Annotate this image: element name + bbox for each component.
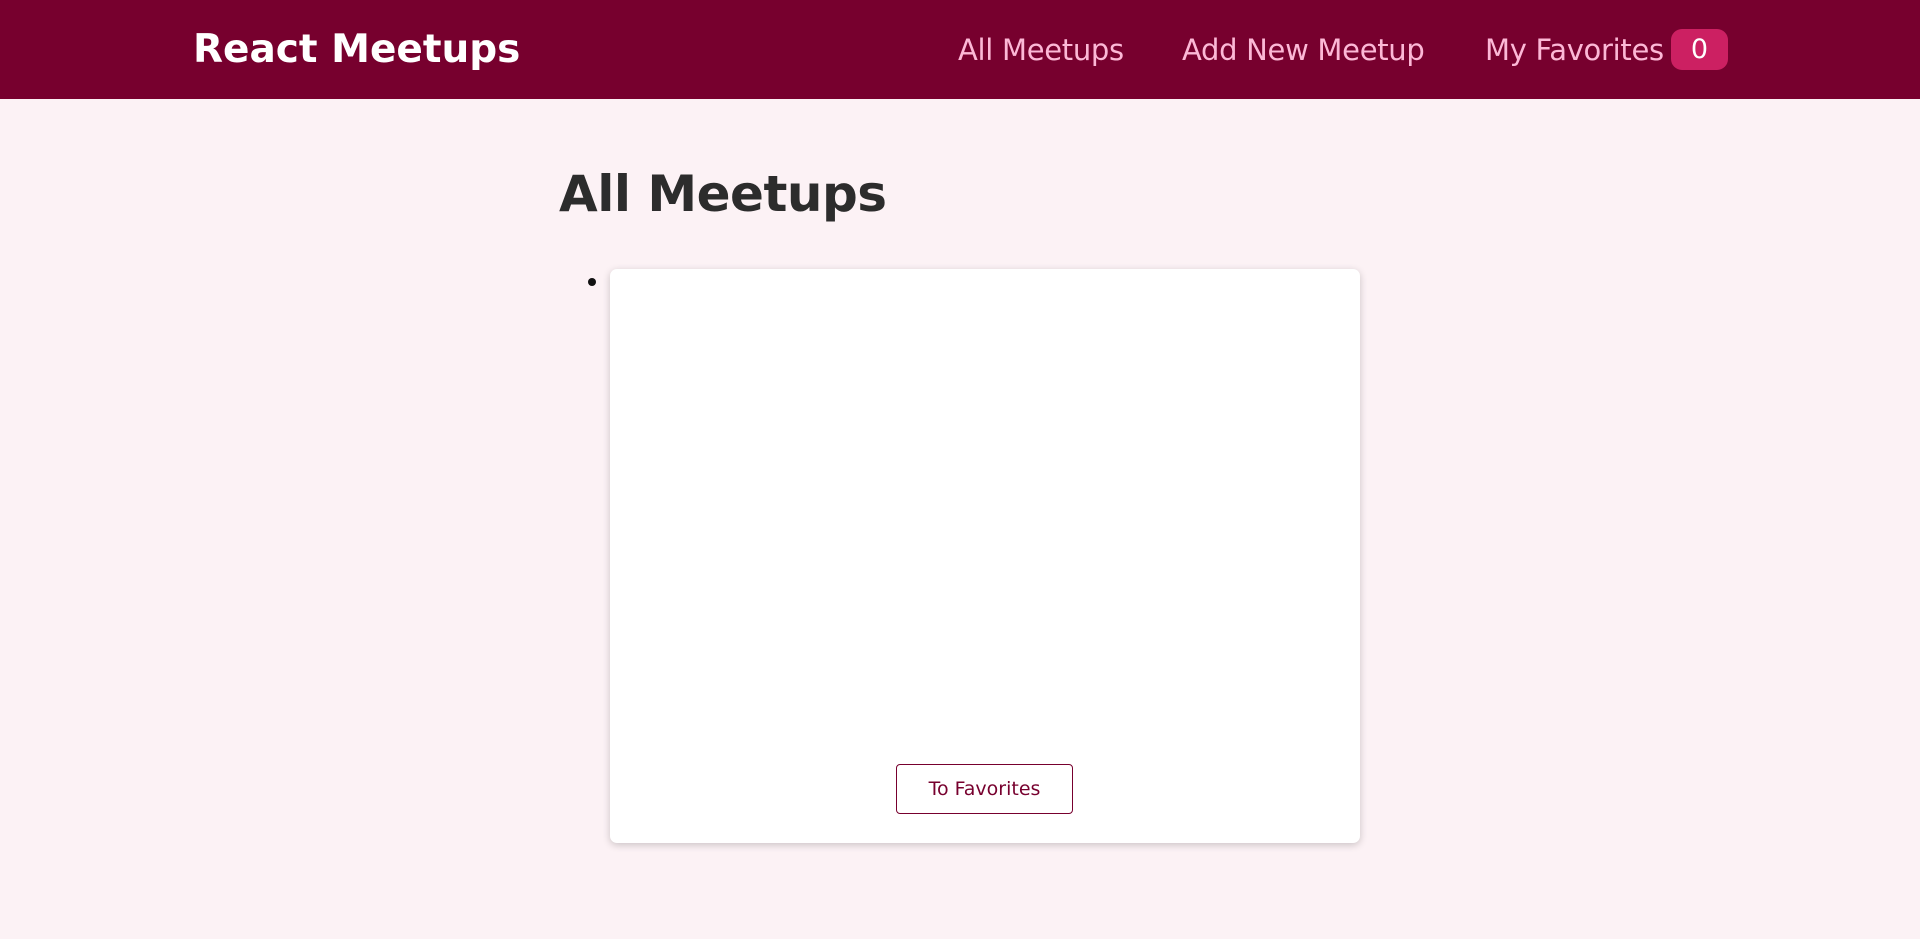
nav-link-all-meetups[interactable]: All Meetups — [958, 29, 1124, 71]
nav-link-add-new-meetup[interactable]: Add New Meetup — [1182, 29, 1425, 71]
meetup-image-placeholder — [610, 269, 1360, 749]
page-title: All Meetups — [559, 165, 887, 223]
meetup-card: To Favorites — [610, 269, 1360, 843]
to-favorites-button[interactable]: To Favorites — [896, 764, 1073, 814]
list-bullet — [588, 278, 596, 286]
favorites-count-badge: 0 — [1671, 29, 1728, 70]
app-logo: React Meetups — [193, 27, 521, 72]
nav-link-my-favorites[interactable]: My Favorites — [1485, 29, 1664, 71]
main-header: React Meetups All Meetups Add New Meetup… — [0, 0, 1920, 99]
